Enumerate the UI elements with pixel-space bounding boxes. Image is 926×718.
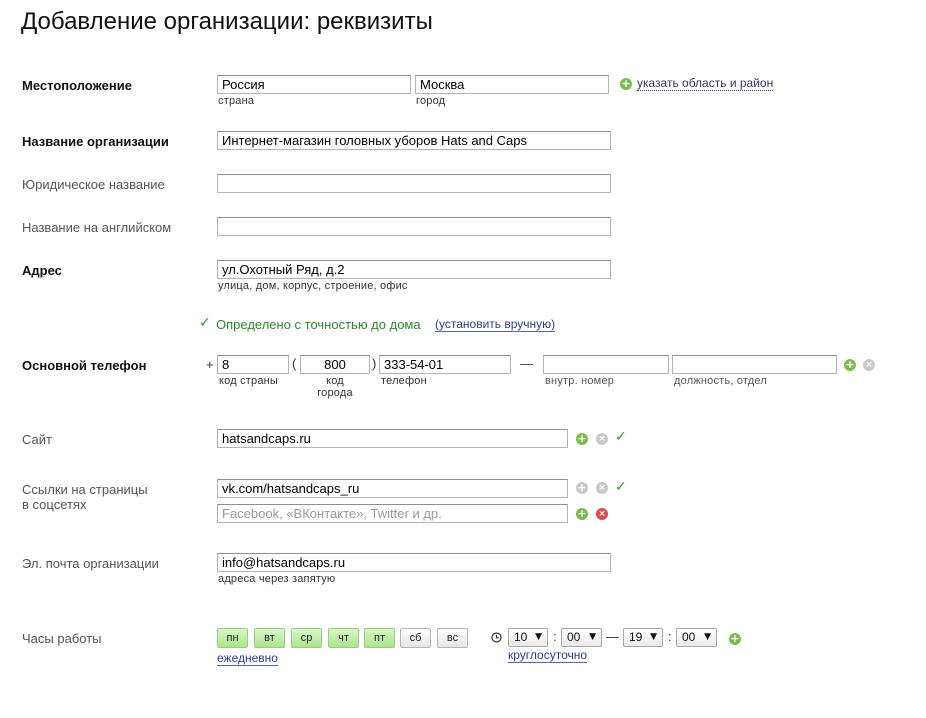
day-toggle-6[interactable]: вс [437, 628, 468, 648]
address-hint: улица, дом, корпус, строение, офис [218, 280, 408, 292]
country-hint: страна [218, 95, 255, 107]
day-toggle-0[interactable]: пн [217, 628, 248, 648]
org-name-input[interactable] [217, 131, 611, 150]
hours-dash: — [606, 629, 619, 644]
day-toggle-5[interactable]: сб [400, 628, 431, 648]
remove-social-icon[interactable]: × [596, 482, 608, 494]
to-min-select[interactable]: 00 ▼ [676, 628, 717, 647]
clock-icon [491, 632, 502, 643]
open-paren: ( [292, 356, 297, 371]
close-paren: ) [372, 356, 377, 371]
social-check-icon: ✓ [615, 479, 627, 495]
add-social-disabled-icon[interactable]: + [576, 482, 588, 494]
phone-number-hint: телефон [381, 375, 427, 387]
address-label: Адрес [22, 263, 62, 278]
from-colon: : [553, 629, 557, 644]
site-label: Сайт [22, 432, 52, 447]
daily-link[interactable]: ежедневно [217, 652, 278, 666]
city-code-hint: код города [317, 375, 353, 399]
remove-phone-icon[interactable]: × [863, 359, 875, 371]
round-clock-link[interactable]: круглосуточно [508, 649, 588, 663]
remove-social-extra-icon[interactable]: × [596, 508, 608, 520]
social-extra-input[interactable] [217, 504, 568, 523]
english-name-label: Название на английском [22, 220, 172, 235]
extension-input[interactable] [543, 355, 669, 374]
page-title: Добавление организации: реквизиты [21, 8, 433, 35]
add-social-icon[interactable]: + [576, 508, 588, 520]
check-icon: ✓ [199, 315, 211, 331]
from-min-select[interactable]: 00 ▼ [561, 628, 602, 647]
to-colon: : [668, 629, 672, 644]
phone-plus: + [206, 357, 214, 372]
add-site-icon[interactable]: + [576, 433, 588, 445]
position-input[interactable] [672, 355, 837, 374]
email-input[interactable] [217, 553, 611, 572]
site-input[interactable] [217, 429, 568, 448]
remove-site-icon[interactable]: × [596, 433, 608, 445]
phone-dash: — [520, 356, 533, 371]
org-name-label: Название организации [22, 134, 169, 149]
city-hint: город [416, 95, 446, 107]
email-hint: адреса через запятую [218, 573, 336, 585]
country-code-input[interactable] [217, 355, 289, 374]
email-label: Эл. почта организации [22, 556, 159, 571]
add-phone-icon[interactable]: + [844, 359, 856, 371]
day-toggle-2[interactable]: ср [291, 628, 322, 648]
extension-hint: внутр. номер [545, 375, 615, 387]
social-input[interactable] [217, 479, 568, 498]
english-name-input[interactable] [217, 217, 611, 236]
day-toggle-4[interactable]: пт [364, 628, 395, 648]
add-region-icon[interactable]: + [620, 78, 632, 90]
city-code-input[interactable] [300, 355, 370, 374]
from-hour-select[interactable]: 10 ▼ [508, 628, 548, 647]
country-code-hint: код страны [219, 375, 279, 387]
legal-name-input[interactable] [217, 174, 611, 193]
site-check-icon: ✓ [615, 429, 627, 445]
region-link[interactable]: указать область и район [637, 77, 774, 91]
social-label: Ссылки на страницы в соцсетях [22, 482, 148, 512]
phone-number-input[interactable] [379, 355, 511, 374]
city-input[interactable] [415, 75, 609, 94]
address-status: Определено с точностью до дома [216, 317, 421, 332]
add-hours-icon[interactable]: + [729, 633, 741, 645]
day-toggle-3[interactable]: чт [328, 628, 359, 648]
position-hint: должность, отдел [674, 375, 767, 387]
country-input[interactable] [217, 75, 411, 94]
legal-name-label: Юридическое название [22, 177, 165, 192]
hours-label: Часы работы [22, 631, 102, 646]
to-hour-select[interactable]: 19 ▼ [623, 628, 663, 647]
day-toggle-1[interactable]: вт [254, 628, 285, 648]
phone-label: Основной телефон [22, 358, 147, 373]
set-manually-link[interactable]: (установить вручную) [435, 318, 556, 332]
address-input[interactable] [217, 260, 611, 279]
location-label: Местоположение [22, 78, 132, 93]
